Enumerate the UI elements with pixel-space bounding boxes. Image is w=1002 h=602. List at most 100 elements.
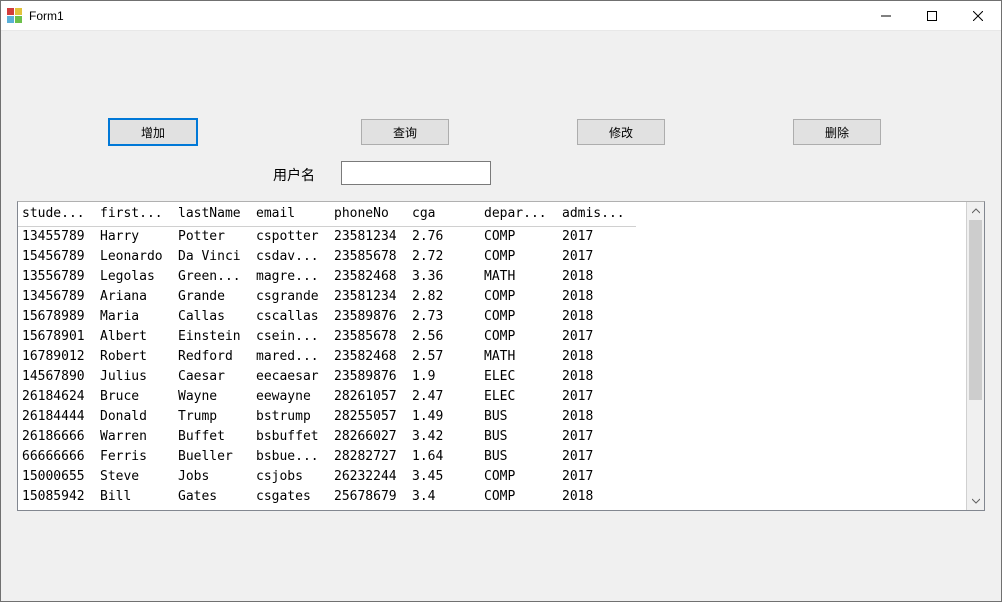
- scroll-track[interactable]: [967, 220, 984, 492]
- query-button[interactable]: 查询: [361, 119, 449, 145]
- cell-phone[interactable]: 23581234: [330, 226, 408, 246]
- cell-phone[interactable]: 28282727: [330, 446, 408, 466]
- scroll-up-arrow[interactable]: [967, 202, 985, 220]
- cell-dept[interactable]: MATH: [480, 346, 558, 366]
- cell-last[interactable]: Green...: [174, 266, 252, 286]
- cell-email[interactable]: csdav...: [252, 246, 330, 266]
- cell-dept[interactable]: MATH: [480, 266, 558, 286]
- table-row[interactable]: 15085942BillGatescsgates256786793.4COMP2…: [18, 486, 636, 506]
- cell-cga[interactable]: 3.42: [408, 426, 480, 446]
- cell-dept[interactable]: BUS: [480, 426, 558, 446]
- cell-admis[interactable]: 2018: [558, 266, 636, 286]
- cell-first[interactable]: Legolas: [96, 266, 174, 286]
- cell-studentId[interactable]: 15456789: [18, 246, 96, 266]
- cell-cga[interactable]: 1.9: [408, 366, 480, 386]
- cell-phone[interactable]: 25678679: [330, 486, 408, 506]
- table-row[interactable]: 13456789ArianaGrandecsgrande235812342.82…: [18, 286, 636, 306]
- minimize-button[interactable]: [863, 1, 909, 31]
- col-header-admis[interactable]: admis...: [558, 202, 636, 226]
- cell-admis[interactable]: 2017: [558, 326, 636, 346]
- cell-email[interactable]: bsbue...: [252, 446, 330, 466]
- cell-studentId[interactable]: 16789012: [18, 346, 96, 366]
- cell-email[interactable]: bstrump: [252, 406, 330, 426]
- cell-last[interactable]: Einstein: [174, 326, 252, 346]
- data-grid[interactable]: stude... first... lastName email phoneNo…: [17, 201, 985, 511]
- cell-last[interactable]: Caesar: [174, 366, 252, 386]
- grid-header-row[interactable]: stude... first... lastName email phoneNo…: [18, 202, 636, 226]
- cell-cga[interactable]: 1.64: [408, 446, 480, 466]
- col-header-phone[interactable]: phoneNo: [330, 202, 408, 226]
- table-row[interactable]: 15678901AlbertEinsteincsein...235856782.…: [18, 326, 636, 346]
- cell-phone[interactable]: 28266027: [330, 426, 408, 446]
- cell-last[interactable]: Wayne: [174, 386, 252, 406]
- cell-dept[interactable]: COMP: [480, 286, 558, 306]
- cell-last[interactable]: Buffet: [174, 426, 252, 446]
- cell-first[interactable]: Ariana: [96, 286, 174, 306]
- cell-first[interactable]: Steve: [96, 466, 174, 486]
- cell-email[interactable]: mared...: [252, 346, 330, 366]
- cell-cga[interactable]: 3.4: [408, 486, 480, 506]
- cell-first[interactable]: Maria: [96, 306, 174, 326]
- modify-button[interactable]: 修改: [577, 119, 665, 145]
- cell-cga[interactable]: 2.47: [408, 386, 480, 406]
- cell-dept[interactable]: BUS: [480, 406, 558, 426]
- col-header-first[interactable]: first...: [96, 202, 174, 226]
- cell-phone[interactable]: 23581234: [330, 286, 408, 306]
- cell-cga[interactable]: 2.82: [408, 286, 480, 306]
- cell-last[interactable]: Gates: [174, 486, 252, 506]
- cell-admis[interactable]: 2017: [558, 466, 636, 486]
- maximize-button[interactable]: [909, 1, 955, 31]
- cell-studentId[interactable]: 15085942: [18, 486, 96, 506]
- cell-dept[interactable]: ELEC: [480, 366, 558, 386]
- col-header-email[interactable]: email: [252, 202, 330, 226]
- cell-studentId[interactable]: 15000655: [18, 466, 96, 486]
- cell-cga[interactable]: 2.73: [408, 306, 480, 326]
- cell-email[interactable]: csgates: [252, 486, 330, 506]
- cell-email[interactable]: csgrande: [252, 286, 330, 306]
- cell-email[interactable]: cscallas: [252, 306, 330, 326]
- cell-dept[interactable]: COMP: [480, 306, 558, 326]
- cell-phone[interactable]: 28255057: [330, 406, 408, 426]
- col-header-cga[interactable]: cga: [408, 202, 480, 226]
- cell-studentId[interactable]: 66666666: [18, 446, 96, 466]
- cell-first[interactable]: Ferris: [96, 446, 174, 466]
- col-header-last[interactable]: lastName: [174, 202, 252, 226]
- titlebar[interactable]: Form1: [1, 1, 1001, 31]
- table-row[interactable]: 15456789LeonardoDa Vincicsdav...23585678…: [18, 246, 636, 266]
- cell-dept[interactable]: COMP: [480, 246, 558, 266]
- cell-studentId[interactable]: 26184444: [18, 406, 96, 426]
- cell-email[interactable]: cspotter: [252, 226, 330, 246]
- cell-admis[interactable]: 2017: [558, 446, 636, 466]
- table-row[interactable]: 16789012RobertRedfordmared...235824682.5…: [18, 346, 636, 366]
- vertical-scrollbar[interactable]: [966, 202, 984, 510]
- col-header-student[interactable]: stude...: [18, 202, 96, 226]
- delete-button[interactable]: 删除: [793, 119, 881, 145]
- cell-email[interactable]: eewayne: [252, 386, 330, 406]
- cell-dept[interactable]: COMP: [480, 486, 558, 506]
- cell-studentId[interactable]: 13455789: [18, 226, 96, 246]
- cell-dept[interactable]: COMP: [480, 326, 558, 346]
- cell-last[interactable]: Da Vinci: [174, 246, 252, 266]
- cell-admis[interactable]: 2018: [558, 306, 636, 326]
- scroll-down-arrow[interactable]: [967, 492, 985, 510]
- cell-cga[interactable]: 2.76: [408, 226, 480, 246]
- cell-admis[interactable]: 2017: [558, 386, 636, 406]
- cell-first[interactable]: Warren: [96, 426, 174, 446]
- cell-admis[interactable]: 2018: [558, 366, 636, 386]
- cell-studentId[interactable]: 26184624: [18, 386, 96, 406]
- scroll-thumb[interactable]: [969, 220, 982, 400]
- add-button[interactable]: 增加: [109, 119, 197, 145]
- cell-first[interactable]: Robert: [96, 346, 174, 366]
- cell-admis[interactable]: 2018: [558, 346, 636, 366]
- cell-email[interactable]: csein...: [252, 326, 330, 346]
- cell-last[interactable]: Trump: [174, 406, 252, 426]
- table-row[interactable]: 14567890JuliusCaesareecaesar235898761.9E…: [18, 366, 636, 386]
- cell-phone[interactable]: 23589876: [330, 366, 408, 386]
- cell-email[interactable]: eecaesar: [252, 366, 330, 386]
- cell-first[interactable]: Bruce: [96, 386, 174, 406]
- table-row[interactable]: 26186666WarrenBuffetbsbuffet282660273.42…: [18, 426, 636, 446]
- col-header-dept[interactable]: depar...: [480, 202, 558, 226]
- cell-cga[interactable]: 2.56: [408, 326, 480, 346]
- cell-cga[interactable]: 1.49: [408, 406, 480, 426]
- cell-first[interactable]: Bill: [96, 486, 174, 506]
